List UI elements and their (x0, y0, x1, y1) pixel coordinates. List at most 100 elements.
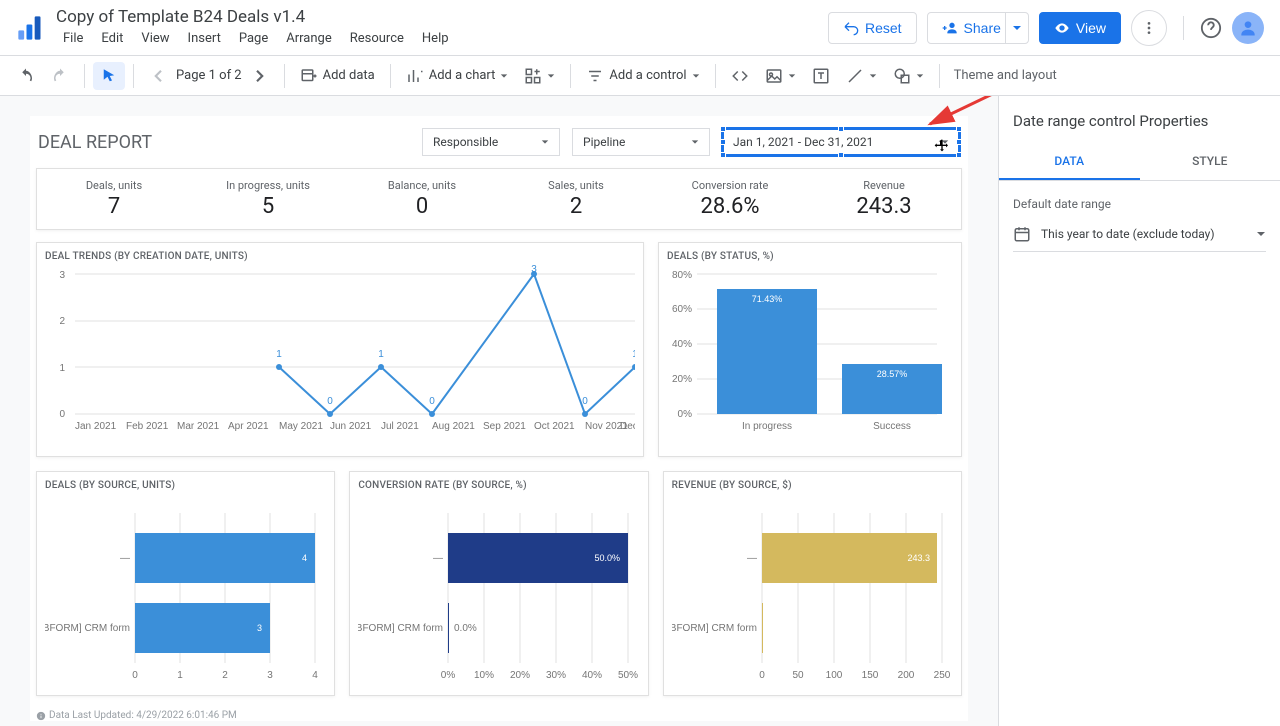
svg-text:80%: 80% (672, 270, 692, 281)
svg-text:Mar 2021: Mar 2021 (177, 421, 220, 432)
line-button[interactable] (839, 62, 884, 90)
help-icon[interactable] (1200, 17, 1222, 39)
menu-arrange[interactable]: Arrange (279, 29, 338, 48)
prev-page-button[interactable] (142, 62, 174, 90)
image-button[interactable] (758, 62, 803, 90)
svg-text:May 2021: May 2021 (279, 421, 323, 432)
menu-file[interactable]: File (56, 29, 90, 48)
caret-down-icon (1012, 23, 1022, 33)
add-data-button[interactable]: Add data (293, 62, 382, 90)
chart-conversion-source[interactable]: CONVERSION RATE (BY SOURCE, %) 50.0% 0.0… (349, 471, 648, 696)
menu-edit[interactable]: Edit (94, 29, 130, 48)
svg-text:50: 50 (792, 670, 804, 681)
svg-text:—: — (747, 553, 757, 564)
hbar-chart-source: 4 3 — [WEBFORM] CRM form 01234 (45, 493, 325, 683)
kpi-row: Deals, units7 In progress, units5 Balanc… (36, 168, 962, 230)
default-date-range-label: Default date range (1013, 197, 1266, 211)
caret-down-icon (541, 138, 549, 146)
tab-style[interactable]: STYLE (1140, 144, 1280, 180)
chart-deals-source[interactable]: DEALS (BY SOURCE, UNITS) 4 3 — [WEBFORM]… (36, 471, 335, 696)
kpi-sales: Sales, units2 (499, 169, 653, 229)
report-title: DEAL REPORT (38, 132, 410, 153)
svg-text:40%: 40% (582, 670, 602, 681)
redo-button[interactable] (44, 62, 76, 90)
svg-text:250: 250 (933, 670, 950, 681)
toolbar: Page 1 of 2 Add data Add a chart Add a c… (0, 56, 1280, 96)
add-chart-button[interactable]: Add a chart (399, 62, 516, 90)
share-button[interactable]: Share (927, 12, 1016, 44)
svg-text:[WEBFORM] CRM form: [WEBFORM] CRM form (45, 623, 130, 634)
svg-text:3: 3 (531, 264, 537, 275)
text-button[interactable] (805, 62, 837, 90)
eye-icon (1054, 20, 1070, 36)
svg-text:Success: Success (873, 421, 911, 432)
caret-down-icon (691, 138, 699, 146)
looker-studio-logo (16, 14, 44, 42)
caret-down-icon (788, 72, 796, 80)
next-page-button[interactable] (244, 62, 276, 90)
svg-text:Jan 2021: Jan 2021 (75, 421, 117, 432)
tab-data[interactable]: DATA (999, 144, 1140, 180)
person-icon (1238, 18, 1258, 38)
svg-text:4: 4 (302, 553, 307, 563)
menu-page[interactable]: Page (232, 29, 275, 48)
document-title[interactable]: Copy of Template B24 Deals v1.4 (56, 7, 828, 29)
pipeline-dropdown[interactable]: Pipeline (572, 128, 710, 156)
bar-chart-status: 0%20%40%60%80% 71.43% 28.57% In progress… (667, 264, 947, 444)
panel-title: Date range control Properties (999, 96, 1280, 144)
report-page: DEAL REPORT Responsible Pipeline Jan 1, … (30, 116, 968, 721)
reset-button[interactable]: Reset (828, 12, 917, 44)
menu-resource[interactable]: Resource (343, 29, 411, 48)
page-indicator[interactable]: Page 1 of 2 (176, 68, 242, 83)
share-dropdown-button[interactable] (1005, 12, 1029, 44)
menu-bar: File Edit View Insert Page Arrange Resou… (56, 29, 828, 48)
shape-button[interactable] (886, 62, 931, 90)
svg-text:50.0%: 50.0% (595, 553, 621, 563)
select-tool-button[interactable] (93, 62, 125, 90)
menu-view[interactable]: View (134, 29, 176, 48)
svg-text:0: 0 (582, 396, 588, 407)
svg-text:Feb 2021: Feb 2021 (126, 421, 169, 432)
svg-text:Aug 2021: Aug 2021 (432, 421, 475, 432)
view-button[interactable]: View (1039, 12, 1121, 44)
svg-text:Oct 2021: Oct 2021 (534, 421, 575, 432)
undo-arrow-icon (843, 20, 859, 36)
undo-button[interactable] (10, 62, 42, 90)
menu-help[interactable]: Help (415, 29, 456, 48)
svg-text:3: 3 (257, 623, 262, 633)
data-refresh-footer: Data Last Updated: 4/29/2022 6:01:46 PM (36, 710, 968, 721)
caret-down-icon (1256, 229, 1266, 239)
svg-text:Apr 2021: Apr 2021 (228, 421, 269, 432)
theme-layout-button[interactable]: Theme and layout (948, 68, 1057, 83)
svg-text:—: — (433, 553, 443, 564)
community-vis-button[interactable] (517, 62, 562, 90)
canvas[interactable]: DEAL REPORT Responsible Pipeline Jan 1, … (0, 96, 998, 726)
info-icon (36, 711, 46, 721)
responsible-dropdown[interactable]: Responsible (422, 128, 560, 156)
embed-url-button[interactable] (724, 62, 756, 90)
chart-revenue-source[interactable]: REVENUE (BY SOURCE, $) 243.3 — [WEBFORM]… (663, 471, 962, 696)
svg-text:100: 100 (825, 670, 842, 681)
more-options-button[interactable] (1131, 10, 1167, 46)
svg-text:2: 2 (59, 316, 65, 327)
svg-text:10%: 10% (474, 670, 494, 681)
caret-down-icon (869, 72, 877, 80)
svg-text:60%: 60% (672, 304, 692, 315)
date-range-control[interactable]: Jan 1, 2021 - Dec 31, 2021 (722, 128, 960, 156)
person-add-icon (942, 20, 958, 36)
chart-deals-status[interactable]: DEALS (BY STATUS, %) 0%20%40%60%80% 71.4… (658, 242, 962, 457)
user-avatar[interactable] (1232, 12, 1264, 44)
properties-panel: Date range control Properties DATA STYLE… (998, 96, 1280, 726)
menu-insert[interactable]: Insert (181, 29, 228, 48)
svg-text:0%: 0% (441, 670, 456, 681)
svg-text:40%: 40% (672, 339, 692, 350)
default-date-range-select[interactable]: This year to date (exclude today) (1013, 217, 1266, 252)
svg-text:0: 0 (759, 670, 765, 681)
chart-deal-trends[interactable]: DEAL TRENDS (BY CREATION DATE, UNITS) 01… (36, 242, 644, 457)
caret-down-icon (547, 72, 555, 80)
svg-text:71.43%: 71.43% (752, 294, 783, 304)
add-control-button[interactable]: Add a control (579, 62, 706, 90)
svg-text:Dec 2021: Dec 2021 (620, 421, 635, 432)
svg-text:2: 2 (222, 670, 228, 681)
svg-text:1: 1 (276, 349, 282, 360)
